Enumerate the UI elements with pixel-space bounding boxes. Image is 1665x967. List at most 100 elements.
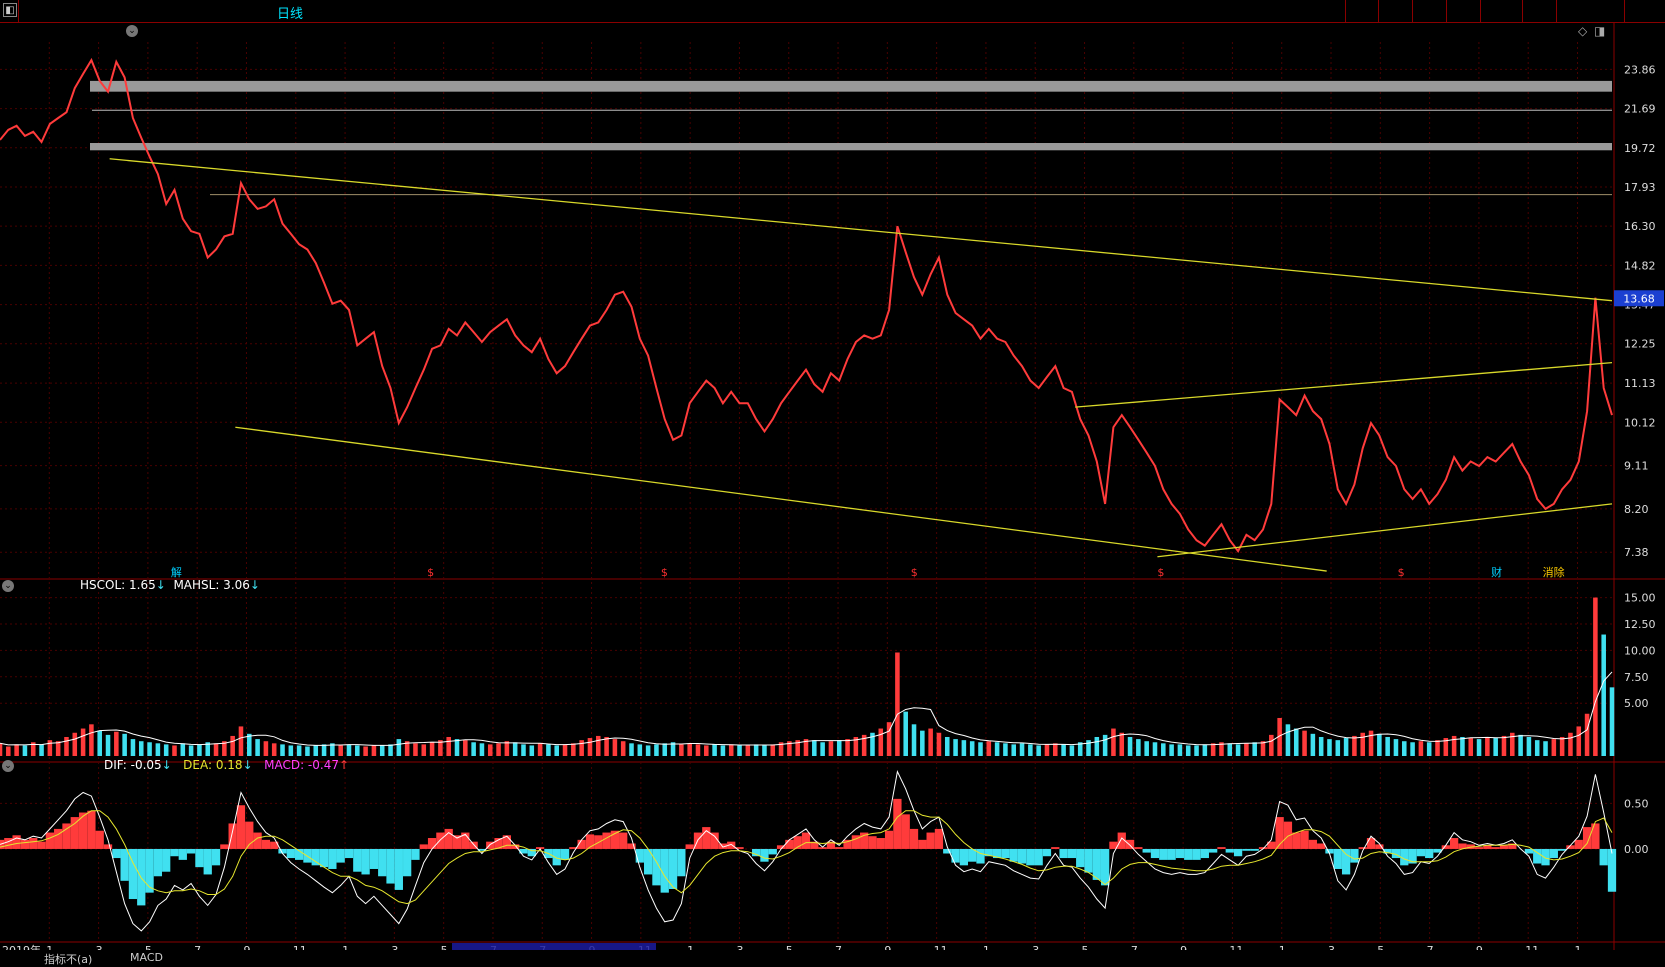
dif-arrow-icon: ↓ xyxy=(161,758,172,772)
macd-histogram-bar xyxy=(934,828,944,849)
volume-bar xyxy=(1327,739,1332,756)
trend-line[interactable] xyxy=(109,158,1613,302)
volume-bar xyxy=(180,743,186,756)
macd-histogram-bar xyxy=(926,832,935,849)
macd-histogram-bar xyxy=(1333,848,1342,869)
macd-histogram-bar xyxy=(411,848,420,860)
macd-tick-label: 0.50 xyxy=(1624,797,1649,810)
macd-histogram-bar xyxy=(261,839,271,849)
volume-bar xyxy=(89,724,94,756)
volume-bar xyxy=(338,745,343,756)
volume-bar xyxy=(612,739,618,756)
resistance-band[interactable] xyxy=(90,143,1612,151)
macd-histogram-bar xyxy=(444,828,453,849)
volume-bar xyxy=(903,711,908,756)
macd-histogram-bar xyxy=(760,848,769,862)
volume-bar xyxy=(1036,745,1041,756)
macd-histogram-bar xyxy=(560,848,570,860)
volume-bar xyxy=(1011,744,1017,756)
volume-bar xyxy=(471,742,476,756)
volume-bar xyxy=(147,742,152,756)
volume-bar xyxy=(1501,735,1507,756)
macd-histogram-bar xyxy=(1350,848,1359,863)
volume-bar xyxy=(620,741,626,756)
macd-histogram-bar xyxy=(1209,848,1218,853)
trend-line[interactable] xyxy=(235,426,1327,572)
volume-bar xyxy=(579,740,584,756)
macd-histogram-bar xyxy=(1549,848,1558,859)
trend-line[interactable] xyxy=(1075,361,1613,408)
macd-histogram-bar xyxy=(876,838,885,849)
macd-histogram-bar xyxy=(1541,848,1550,866)
macd-histogram-bar xyxy=(153,848,163,877)
volume-bar xyxy=(47,740,53,756)
volume-bar xyxy=(845,739,850,756)
volume-bar xyxy=(1526,736,1532,756)
macd-histogram-bar xyxy=(403,848,412,877)
macd-histogram-bar xyxy=(328,848,337,869)
macd-histogram-bar xyxy=(1250,848,1259,851)
volume-bar xyxy=(1269,734,1274,756)
volume-bar xyxy=(944,736,950,756)
macd-histogram-bar xyxy=(785,839,794,849)
mahsl-value: MAHSL: 3.06 xyxy=(173,578,250,592)
volume-bar xyxy=(1161,743,1166,756)
collapse-volume-panel-icon[interactable]: ⌄ xyxy=(2,580,14,592)
indicator-tab-macd[interactable]: MACD xyxy=(130,951,163,964)
macd-histogram-bar xyxy=(1101,848,1110,886)
volume-bar xyxy=(587,738,593,756)
price-line[interactable] xyxy=(0,57,1613,553)
macd-histogram-bar xyxy=(1582,827,1592,849)
volume-bar xyxy=(296,745,302,756)
macd-histogram-bar xyxy=(1059,848,1068,859)
macd-histogram-bar xyxy=(378,848,387,877)
macd-histogram-bar xyxy=(1358,847,1367,849)
chart-period-title[interactable]: 日线 xyxy=(277,3,303,22)
volume-bar xyxy=(271,743,277,756)
macd-histogram-bar xyxy=(1217,847,1226,849)
macd-histogram-bar xyxy=(87,810,96,849)
macd-histogram-bar xyxy=(70,817,79,849)
price-tick-label: 21.69 xyxy=(1624,103,1656,116)
macd-histogram-bar xyxy=(1308,839,1317,849)
toolbar-divider xyxy=(1412,0,1413,22)
macd-histogram-bar xyxy=(768,848,777,855)
panel-settings-icon[interactable]: ◇ xyxy=(1578,24,1587,38)
macd-histogram-bar xyxy=(29,838,38,849)
hscol-arrow-icon: ↓ xyxy=(155,578,166,592)
macd-histogram-bar xyxy=(1491,847,1500,849)
resistance-band[interactable] xyxy=(90,80,1612,92)
macd-histogram-bar xyxy=(1175,848,1185,859)
macd-histogram-bar xyxy=(419,844,428,849)
macd-histogram-bar xyxy=(103,844,113,849)
macd-arrow-icon: ↑ xyxy=(338,758,350,772)
volume-bar xyxy=(645,745,651,756)
stock-chart[interactable]: 23.8621.6919.7217.9316.3014.8213.4712.25… xyxy=(0,22,1665,950)
panel-maximize-icon[interactable]: ◨ xyxy=(1594,24,1605,38)
macd-histogram-bar xyxy=(319,848,329,868)
macd-histogram-bar xyxy=(1159,848,1168,860)
macd-histogram-bar xyxy=(1167,848,1176,860)
macd-histogram-bar xyxy=(801,832,811,849)
dif-line xyxy=(0,769,1613,932)
volume-bar xyxy=(379,745,385,756)
event-marker-0: 解 xyxy=(171,565,182,579)
volume-bar xyxy=(1435,740,1440,756)
collapse-macd-panel-icon[interactable]: ⌄ xyxy=(2,760,14,772)
macd-histogram-bar xyxy=(1292,832,1301,849)
price-tick-label: 11.13 xyxy=(1624,377,1656,390)
volume-bar xyxy=(1003,743,1008,756)
selected-range-highlight[interactable] xyxy=(452,943,656,950)
collapse-main-panel-icon[interactable]: ⌄ xyxy=(126,25,138,37)
volume-bar xyxy=(1293,728,1299,756)
panel-toggle-icon[interactable]: ◧ xyxy=(3,3,17,17)
volume-bar xyxy=(571,743,576,756)
volume-bar xyxy=(986,741,992,756)
volume-bar xyxy=(1061,744,1066,756)
price-tick-label: 12.25 xyxy=(1624,338,1656,351)
volume-bar xyxy=(1476,739,1482,756)
volume-bar xyxy=(14,744,19,756)
volume-bar xyxy=(562,744,568,756)
macd-histogram-bar xyxy=(203,848,212,875)
macd-histogram-bar xyxy=(162,848,171,872)
